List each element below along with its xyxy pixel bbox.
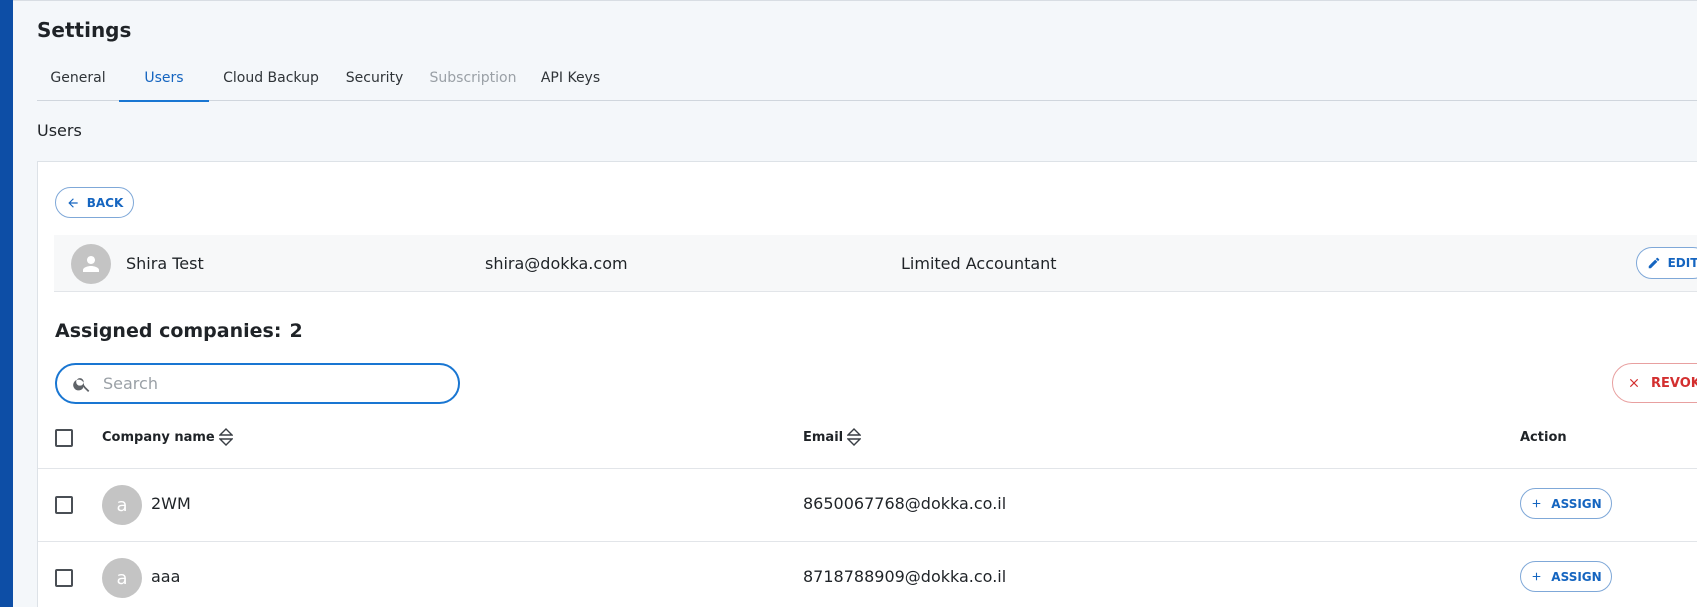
search-input[interactable]	[103, 374, 423, 393]
sort-icon	[847, 428, 862, 446]
company-avatar: a	[102, 558, 142, 598]
user-summary-row: Shira Test shira@dokka.com Limited Accou…	[54, 235, 1697, 292]
column-header-company-label: Company name	[102, 429, 215, 445]
column-header-action: Action	[1520, 430, 1567, 445]
company-name: aaa	[151, 567, 181, 586]
back-button[interactable]: BACK	[55, 187, 134, 218]
assigned-companies-count: 2	[289, 320, 303, 342]
avatar	[71, 244, 111, 284]
company-avatar-letter: a	[116, 567, 128, 589]
tab-security[interactable]: Security	[333, 62, 416, 101]
user-role: Limited Accountant	[901, 254, 1057, 273]
revoke-button-label: REVOK	[1651, 375, 1697, 391]
plus-icon	[1533, 572, 1541, 581]
close-icon	[1629, 378, 1639, 388]
company-avatar-letter: a	[116, 494, 128, 516]
revoke-button[interactable]: REVOK	[1612, 363, 1697, 403]
company-avatar: a	[102, 485, 142, 525]
back-button-label: BACK	[86, 195, 124, 210]
assigned-companies-label: Assigned companies:	[55, 320, 282, 342]
company-name: 2WM	[151, 494, 191, 513]
assign-button-label: ASSIGN	[1551, 496, 1602, 511]
row-checkbox[interactable]	[55, 569, 73, 587]
row-checkbox[interactable]	[55, 496, 73, 514]
tab-cloud-backup[interactable]: Cloud Backup	[209, 62, 333, 101]
user-name: Shira Test	[126, 254, 204, 273]
search-icon	[73, 377, 90, 392]
company-email: 8718788909@dokka.co.il	[803, 567, 1007, 586]
assign-button-label: ASSIGN	[1551, 569, 1602, 584]
table-divider	[38, 468, 1697, 469]
arrow-left-icon	[68, 197, 78, 208]
top-divider	[13, 0, 1697, 1]
user-email: shira@dokka.com	[485, 254, 628, 273]
search-field[interactable]	[55, 363, 460, 404]
company-email: 8650067768@dokka.co.il	[803, 494, 1007, 513]
assign-button[interactable]: ASSIGN	[1520, 561, 1612, 592]
edit-button-label: EDIT	[1667, 256, 1697, 270]
settings-tabs: General Users Cloud Backup Security Subs…	[37, 62, 1697, 102]
column-header-company-name[interactable]: Company name	[102, 428, 233, 446]
assigned-companies-heading: Assigned companies: 2	[55, 320, 303, 342]
tab-users[interactable]: Users	[119, 62, 209, 102]
person-icon	[83, 256, 99, 272]
tab-subscription: Subscription	[429, 70, 517, 86]
user-details-card: BACK Shira Test shira@dokka.com Limited …	[37, 161, 1697, 607]
tab-api-keys[interactable]: API Keys	[530, 62, 611, 101]
column-header-email-label: Email	[803, 429, 844, 445]
sort-icon	[218, 428, 233, 446]
edit-button[interactable]: EDIT	[1636, 247, 1697, 279]
assign-button[interactable]: ASSIGN	[1520, 488, 1612, 519]
select-all-checkbox[interactable]	[55, 429, 73, 447]
table-divider	[38, 541, 1697, 542]
section-title: Users	[37, 121, 82, 140]
page-title: Settings	[37, 18, 132, 42]
tab-general[interactable]: General	[37, 62, 119, 101]
column-header-action-label: Action	[1520, 430, 1567, 445]
column-header-email[interactable]: Email	[803, 428, 862, 446]
pencil-icon	[1648, 257, 1659, 269]
app-sidebar-rail	[0, 0, 13, 607]
plus-icon	[1533, 499, 1541, 508]
